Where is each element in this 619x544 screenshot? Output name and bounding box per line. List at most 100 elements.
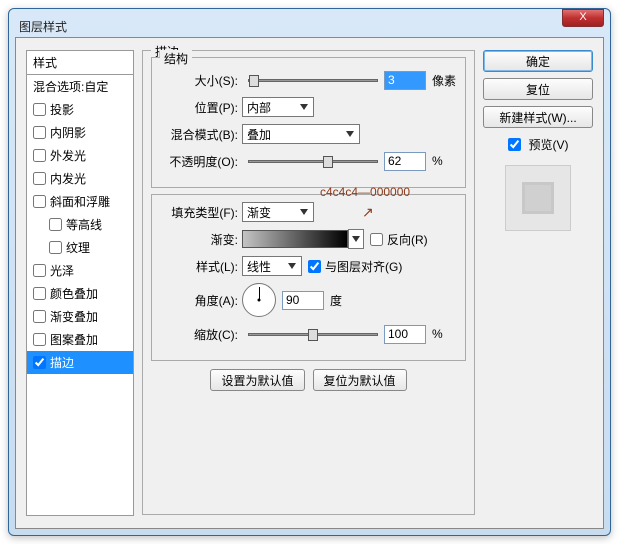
color-overlay-checkbox[interactable] bbox=[33, 287, 46, 300]
preview-row: 预览(V) bbox=[483, 136, 593, 153]
pattern-overlay-checkbox[interactable] bbox=[33, 333, 46, 346]
contour-checkbox[interactable] bbox=[49, 218, 62, 231]
style-item-texture[interactable]: 纹理 bbox=[27, 236, 133, 259]
blend-mode-row: 混合模式(B): 叠加 bbox=[160, 123, 457, 145]
opacity-slider[interactable] bbox=[248, 160, 378, 163]
style-label: 样式(L): bbox=[160, 258, 242, 275]
position-select[interactable]: 内部 bbox=[242, 97, 314, 117]
chevron-down-icon bbox=[285, 259, 299, 273]
ok-button[interactable]: 确定 bbox=[483, 50, 593, 72]
fill-type-select[interactable]: 渐变 bbox=[242, 202, 314, 222]
preview-checkbox[interactable] bbox=[508, 138, 521, 151]
opacity-label: 不透明度(O): bbox=[160, 153, 242, 170]
preview-inner bbox=[525, 185, 551, 211]
blend-mode-select[interactable]: 叠加 bbox=[242, 124, 360, 144]
close-button[interactable]: X bbox=[562, 9, 604, 27]
layer-style-dialog: 图层样式 X 样式 混合选项:自定 投影 内阴影 外发光 内发光 斜面和浮雕 等… bbox=[8, 8, 611, 536]
size-label: 大小(S): bbox=[160, 72, 242, 89]
scale-label: 缩放(C): bbox=[160, 326, 242, 343]
style-value: 线性 bbox=[247, 258, 271, 275]
window-title: 图层样式 bbox=[19, 18, 600, 35]
position-label: 位置(P): bbox=[160, 99, 242, 116]
gradient-overlay-checkbox[interactable] bbox=[33, 310, 46, 323]
arrow-annotation-icon: ↗ bbox=[362, 204, 374, 221]
style-label: 图案叠加 bbox=[50, 331, 98, 348]
angle-unit: 度 bbox=[330, 292, 342, 309]
scale-slider[interactable] bbox=[248, 333, 378, 336]
style-label: 渐变叠加 bbox=[50, 308, 98, 325]
style-row: 样式(L): 线性 与图层对齐(G) bbox=[160, 255, 457, 277]
style-label: 内发光 bbox=[50, 170, 86, 187]
position-row: 位置(P): 内部 bbox=[160, 96, 457, 118]
angle-input[interactable] bbox=[282, 291, 324, 310]
reverse-label: 反向(R) bbox=[387, 231, 428, 248]
chevron-down-icon bbox=[297, 205, 311, 219]
styles-list: 样式 混合选项:自定 投影 内阴影 外发光 内发光 斜面和浮雕 等高线 纹理 光… bbox=[26, 50, 134, 516]
inner-glow-checkbox[interactable] bbox=[33, 172, 46, 185]
style-label: 纹理 bbox=[66, 239, 90, 256]
gradient-picker[interactable] bbox=[242, 230, 348, 248]
drop-shadow-checkbox[interactable] bbox=[33, 103, 46, 116]
blend-mode-label: 混合模式(B): bbox=[160, 126, 242, 143]
fill-type-label: 填充类型(F): bbox=[160, 204, 242, 221]
style-item-inner-shadow[interactable]: 内阴影 bbox=[27, 121, 133, 144]
styles-header[interactable]: 样式 bbox=[27, 51, 133, 75]
style-item-outer-glow[interactable]: 外发光 bbox=[27, 144, 133, 167]
style-item-gradient-overlay[interactable]: 渐变叠加 bbox=[27, 305, 133, 328]
style-item-inner-glow[interactable]: 内发光 bbox=[27, 167, 133, 190]
preview-thumbnail bbox=[505, 165, 571, 231]
stroke-checkbox[interactable] bbox=[33, 356, 46, 369]
blend-mode-value: 叠加 bbox=[247, 126, 271, 143]
align-label: 与图层对齐(G) bbox=[325, 258, 402, 275]
style-item-satin[interactable]: 光泽 bbox=[27, 259, 133, 282]
set-default-button[interactable]: 设置为默认值 bbox=[210, 369, 304, 391]
opacity-input[interactable] bbox=[384, 152, 426, 171]
fill-type-value: 渐变 bbox=[247, 204, 271, 221]
angle-label: 角度(A): bbox=[160, 292, 242, 309]
angle-dial[interactable] bbox=[242, 283, 276, 317]
style-item-color-overlay[interactable]: 颜色叠加 bbox=[27, 282, 133, 305]
inner-shadow-checkbox[interactable] bbox=[33, 126, 46, 139]
reset-button[interactable]: 复位 bbox=[483, 78, 593, 100]
chevron-down-icon bbox=[297, 100, 311, 114]
scale-row: 缩放(C): % bbox=[160, 323, 457, 345]
align-checkbox[interactable] bbox=[308, 260, 321, 273]
reverse-checkbox[interactable] bbox=[370, 233, 383, 246]
style-item-drop-shadow[interactable]: 投影 bbox=[27, 98, 133, 121]
satin-checkbox[interactable] bbox=[33, 264, 46, 277]
size-row: 大小(S): 像素 bbox=[160, 69, 457, 91]
style-label: 投影 bbox=[50, 101, 74, 118]
size-input[interactable] bbox=[384, 71, 426, 90]
style-label: 描边 bbox=[50, 354, 74, 371]
fill-group: 填充类型(F): 渐变 ↗ c4c4c4—000000 渐变: 反向(R) bbox=[151, 194, 466, 361]
gradient-annotation: c4c4c4—000000 bbox=[320, 185, 410, 199]
structure-group: 结构 大小(S): 像素 位置(P): 内部 bbox=[151, 57, 466, 188]
blend-options-label: 混合选项:自定 bbox=[33, 78, 108, 95]
style-item-pattern-overlay[interactable]: 图案叠加 bbox=[27, 328, 133, 351]
style-select[interactable]: 线性 bbox=[242, 256, 302, 276]
outer-glow-checkbox[interactable] bbox=[33, 149, 46, 162]
blend-options-item[interactable]: 混合选项:自定 bbox=[27, 75, 133, 98]
size-unit: 像素 bbox=[432, 72, 456, 89]
preview-label: 预览(V) bbox=[529, 136, 569, 153]
new-style-button[interactable]: 新建样式(W)... bbox=[483, 106, 593, 128]
texture-checkbox[interactable] bbox=[49, 241, 62, 254]
scale-input[interactable] bbox=[384, 325, 426, 344]
gradient-label: 渐变: bbox=[160, 231, 242, 248]
size-slider[interactable] bbox=[248, 79, 378, 82]
opacity-unit: % bbox=[432, 154, 443, 168]
style-label: 内阴影 bbox=[50, 124, 86, 141]
style-item-stroke[interactable]: 描边 bbox=[27, 351, 133, 374]
fill-type-row: 填充类型(F): 渐变 ↗ bbox=[160, 201, 457, 223]
style-item-contour[interactable]: 等高线 bbox=[27, 213, 133, 236]
bevel-checkbox[interactable] bbox=[33, 195, 46, 208]
style-item-bevel[interactable]: 斜面和浮雕 bbox=[27, 190, 133, 213]
angle-row: 角度(A): 度 bbox=[160, 282, 457, 318]
reset-default-button[interactable]: 复位为默认值 bbox=[313, 369, 407, 391]
chevron-down-icon bbox=[349, 232, 363, 246]
titlebar: 图层样式 X bbox=[15, 15, 604, 37]
gradient-row: 渐变: 反向(R) bbox=[160, 228, 457, 250]
gradient-dropdown[interactable] bbox=[348, 229, 364, 249]
right-panel: 确定 复位 新建样式(W)... 预览(V) bbox=[483, 50, 593, 516]
scale-unit: % bbox=[432, 327, 443, 341]
